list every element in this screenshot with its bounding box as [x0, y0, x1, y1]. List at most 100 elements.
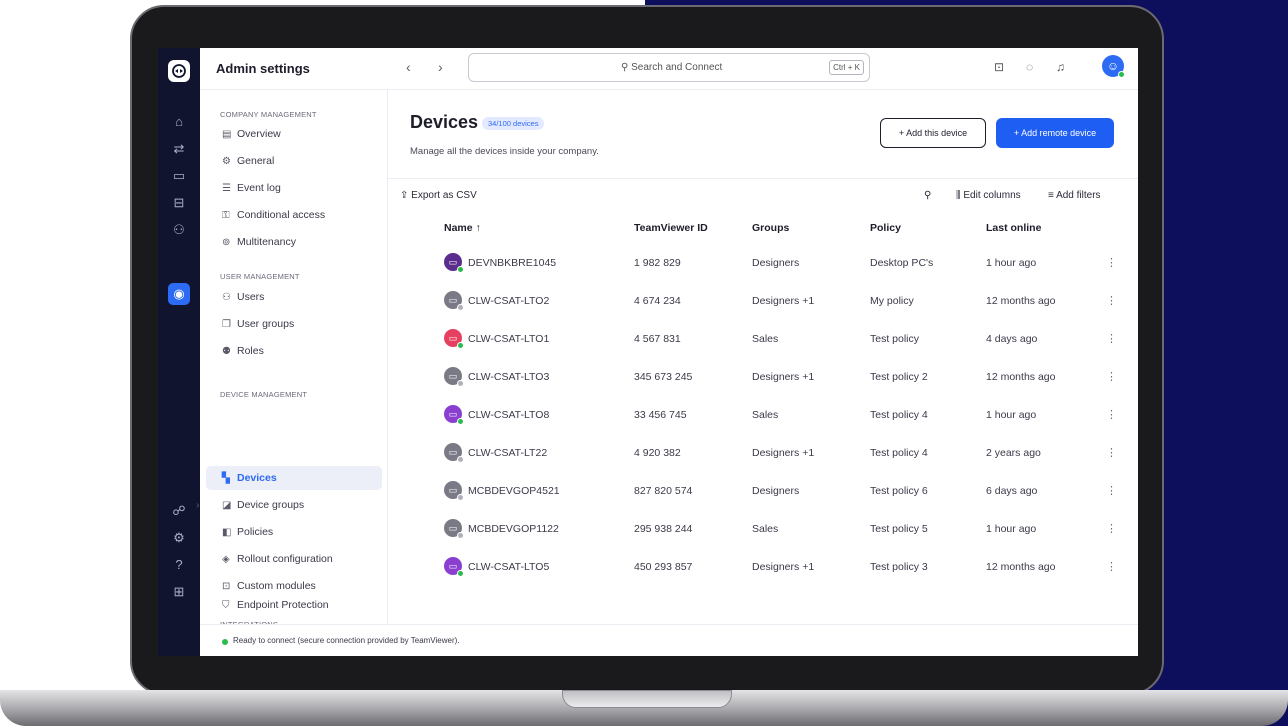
table-row[interactable]: ▭ CLW-CSAT-LTO3 345 673 245 Designers +1 Tes…: [388, 358, 1138, 396]
table-row[interactable]: ▭ CLW-CSAT-LTO1 4 567 831 Sales Test policy 4…: [388, 320, 1138, 358]
admin-settings-icon[interactable]: ◉: [168, 283, 190, 305]
row-menu-icon[interactable]: ⋮: [1106, 256, 1117, 269]
column-header-teamviewer-id[interactable]: TeamViewer ID: [634, 222, 708, 234]
help-icon[interactable]: ?: [169, 555, 189, 575]
table-row[interactable]: ▭ DEVNBKBRE1045 1 982 829 Designers Desktop …: [388, 244, 1138, 282]
contacts-icon[interactable]: ☍: [169, 501, 189, 521]
row-menu-icon[interactable]: ⋮: [1106, 332, 1117, 345]
sidebar-item-roles[interactable]: ⚉ Roles: [206, 339, 382, 363]
chevron-right-icon[interactable]: ›: [196, 493, 200, 517]
sidebar-item-multitenancy[interactable]: ⊚ Multitenancy: [206, 230, 382, 254]
table-row[interactable]: ▭ CLW-CSAT-LTO2 4 674 234 Designers +1 My po…: [388, 282, 1138, 320]
avatar[interactable]: ☺: [1102, 55, 1125, 78]
cell-name[interactable]: DEVNBKBRE1045: [468, 257, 556, 269]
forward-arrow-icon[interactable]: ›: [438, 59, 443, 75]
table-row[interactable]: ▭ CLW-CSAT-LT22 4 920 382 Designers +1 Test …: [388, 434, 1138, 472]
cell-last: 12 months ago: [986, 561, 1056, 573]
device-status-dot: [457, 304, 464, 311]
column-header-groups[interactable]: Groups: [752, 222, 789, 234]
tenancy-icon: ⊚: [222, 237, 231, 248]
cell-id: 4 567 831: [634, 333, 681, 345]
row-menu-icon[interactable]: ⋮: [1106, 294, 1117, 307]
column-header-last-online[interactable]: Last online: [986, 222, 1041, 234]
gear-icon[interactable]: ⚙: [169, 528, 189, 548]
shield-icon: ⛉: [222, 600, 230, 611]
session-icon[interactable]: ⊟: [169, 193, 189, 213]
sidebar-item-rollout-configuration[interactable]: ◈ Rollout configuration: [206, 547, 382, 571]
sidebar-item-user-groups[interactable]: ❐ User groups: [206, 312, 382, 336]
cell-policy: Test policy: [870, 333, 920, 345]
cell-name[interactable]: CLW-CSAT-LTO1: [468, 333, 549, 345]
bell-icon[interactable]: ♫: [1056, 60, 1065, 74]
sidebar-item-endpoint-protection[interactable]: ⛉ Endpoint Protection: [206, 593, 382, 617]
connection-status-dot: [222, 639, 228, 645]
row-menu-icon[interactable]: ⋮: [1106, 560, 1117, 573]
export-csv-button[interactable]: ⇪ Export as CSV: [400, 190, 477, 201]
sidebar-item-overview[interactable]: ▤ Overview: [206, 122, 382, 146]
cell-id: 4 920 382: [634, 447, 681, 459]
cell-last: 12 months ago: [986, 371, 1056, 383]
sidebar-item-users[interactable]: ⚇ Users: [206, 285, 382, 309]
column-header-policy[interactable]: Policy: [870, 222, 901, 234]
device-status-dot: [457, 380, 464, 387]
cell-id: 295 938 244: [634, 523, 693, 535]
sidebar-item-policies[interactable]: ◧ Policies: [206, 520, 382, 544]
add-this-device-button[interactable]: + Add this device: [880, 118, 986, 148]
cell-policy: Desktop PC's: [870, 257, 934, 269]
cell-name[interactable]: MCBDEVGOP4521: [468, 485, 560, 497]
sidebar-item-label: Overview: [237, 128, 281, 140]
cell-name[interactable]: CLW-CSAT-LTO8: [468, 409, 549, 421]
sidebar-item-label: Device groups: [237, 499, 305, 511]
add-remote-device-button[interactable]: + Add remote device: [996, 118, 1114, 148]
chat-icon[interactable]: ◌: [1026, 60, 1033, 74]
collapse-icon[interactable]: ⊞: [169, 582, 189, 602]
remote-icon[interactable]: ▭: [169, 166, 189, 186]
cell-id: 1 982 829: [634, 257, 681, 269]
row-menu-icon[interactable]: ⋮: [1106, 484, 1117, 497]
home-icon[interactable]: ⌂: [169, 112, 189, 132]
sidebar-item-event-log[interactable]: ☰ Event log: [206, 176, 382, 200]
add-filters-button[interactable]: ≡ Add filters: [1048, 190, 1101, 201]
connect-icon[interactable]: ⚇: [169, 220, 189, 240]
column-header-name[interactable]: Name ↑: [444, 222, 481, 234]
device-icon: ▭: [444, 519, 464, 539]
cell-last: 1 hour ago: [986, 523, 1037, 535]
back-arrow-icon[interactable]: ‹: [406, 59, 411, 75]
cell-id: 345 673 245: [634, 371, 693, 383]
cell-name[interactable]: CLW-CSAT-LTO2: [468, 295, 549, 307]
table-search-icon[interactable]: ⚲: [924, 190, 931, 201]
device-icon: ▭: [444, 291, 464, 311]
device-icon: ▭: [444, 405, 464, 425]
policies-icon: ◧: [222, 527, 232, 538]
cell-name[interactable]: MCBDEVGOP1122: [468, 523, 559, 535]
device-icon: ▭: [444, 557, 464, 577]
cell-name[interactable]: CLW-CSAT-LTO3: [468, 371, 549, 383]
devices-page: Devices 34/100 devices Manage all the de…: [388, 90, 1138, 624]
table-row[interactable]: ▭ MCBDEVGOP4521 827 820 574 Designers Test p…: [388, 472, 1138, 510]
row-menu-icon[interactable]: ⋮: [1106, 446, 1117, 459]
sidebar-item-general[interactable]: ⚙ General: [206, 149, 382, 173]
cell-name[interactable]: CLW-CSAT-LT22: [468, 447, 547, 459]
table-row[interactable]: ▭ CLW-CSAT-LTO5 450 293 857 Designers +1 Tes…: [388, 548, 1138, 586]
row-menu-icon[interactable]: ⋮: [1106, 522, 1117, 535]
sidebar-item-conditional-access[interactable]: ⚿ Conditional access: [206, 203, 382, 227]
row-menu-icon[interactable]: ⋮: [1106, 370, 1117, 383]
cell-name[interactable]: CLW-CSAT-LTO5: [468, 561, 549, 573]
table-row[interactable]: ▭ CLW-CSAT-LTO8 33 456 745 Sales Test policy…: [388, 396, 1138, 434]
teamviewer-logo-icon[interactable]: [168, 60, 190, 82]
edit-columns-button[interactable]: ⫼ Edit columns: [956, 190, 1021, 201]
cell-last: 2 years ago: [986, 447, 1041, 459]
sidebar-item-label: General: [237, 155, 275, 167]
download-icon[interactable]: ⊡: [994, 60, 1004, 74]
export-label: Export as CSV: [411, 190, 477, 201]
sidebar-item-label: Multitenancy: [237, 236, 296, 248]
sidebar-item-device-groups[interactable]: › ◪ Device groups: [196, 493, 382, 517]
device-count-badge: 34/100 devices: [482, 117, 545, 130]
row-menu-icon[interactable]: ⋮: [1106, 408, 1117, 421]
transfer-icon[interactable]: ⇄: [169, 139, 189, 159]
sidebar-item-devices[interactable]: ▚ Devices: [206, 466, 382, 490]
shortcut-hint: Ctrl + K: [829, 60, 864, 75]
search-input[interactable]: ⚲ Search and Connect Ctrl + K: [468, 53, 870, 82]
table-row[interactable]: ▭ MCBDEVGOP1122 295 938 244 Sales Test polic…: [388, 510, 1138, 548]
device-icon: ▭: [444, 367, 464, 387]
